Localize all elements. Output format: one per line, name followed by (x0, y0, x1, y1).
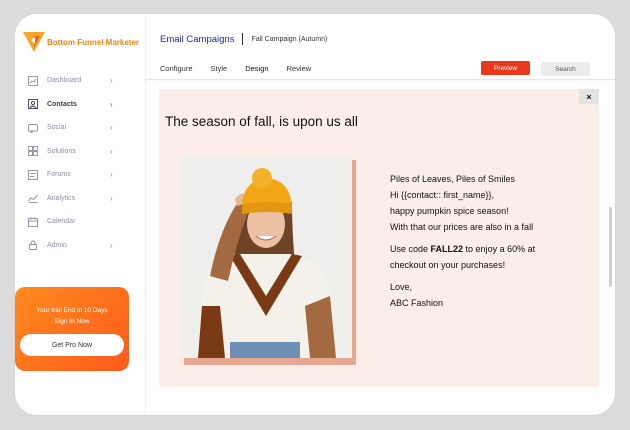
main-panel: Email Campaigns Fall Campaign (Autumn) C… (145, 14, 615, 415)
tab-bar: Configure Style Design Review (160, 64, 329, 73)
social-icon (27, 122, 38, 133)
promo-text: Your trail End in 10 Days Sign In Now (15, 305, 129, 327)
chart-icon (27, 75, 38, 86)
chevron-right-icon: › (110, 99, 113, 109)
lock-icon (27, 240, 38, 251)
sidebar-item-analytics[interactable]: Analytics › (15, 187, 145, 211)
sidebar-item-dashboard[interactable]: Dashboard › (15, 69, 145, 93)
sidebar-item-label: Admin (47, 241, 67, 249)
signoff: Love, (390, 282, 413, 292)
sidebar-item-contacts[interactable]: Contacts › (15, 93, 145, 117)
calendar-icon (27, 216, 38, 227)
brand-name: Bottom Funnel Marketer (47, 37, 140, 47)
sidebar-item-label: Solutions (47, 147, 76, 155)
sidebar-item-label: Dashboard (47, 77, 82, 85)
tab-review[interactable]: Review (287, 64, 312, 73)
breadcrumb-separator (242, 33, 244, 45)
preview-button[interactable]: Preview (481, 61, 530, 75)
trial-promo-card: Your trail End in 10 Days Sign In Now Ge… (15, 287, 129, 371)
sidebar-item-solutions[interactable]: Solutions › (15, 140, 145, 164)
promo-line-2[interactable]: Sign In Now (15, 316, 129, 327)
promo-code-line: Use code FALL22 to enjoy a 60% at (390, 241, 600, 257)
sidebar-nav: Dashboard › Contacts › Social › Solution… (15, 69, 145, 257)
device-frame: Bottom Funnel Marketer Dashboard › Conta… (0, 0, 630, 430)
hero-image[interactable] (180, 156, 352, 358)
copy-text: Use code (390, 244, 431, 254)
chevron-right-icon: › (110, 240, 113, 250)
promo-line-1: Your trail End in 10 Days (36, 307, 108, 314)
sidebar-item-admin[interactable]: Admin › (15, 234, 145, 258)
page-title[interactable]: Email Campaigns (160, 34, 234, 45)
email-body-copy[interactable]: Piles of Leaves, Piles of Smiles Hi {{co… (390, 171, 600, 311)
promo-code: FALL22 (430, 244, 464, 254)
email-design-canvas[interactable]: × The season of fall, is upon us all Pil… (159, 89, 612, 387)
breadcrumb: Email Campaigns Fall Campaign (Autumn) (160, 33, 327, 45)
app-window: Bottom Funnel Marketer Dashboard › Conta… (15, 14, 615, 415)
copy-text: to enjoy a 60% at (463, 244, 536, 254)
sidebar-item-social[interactable]: Social › (15, 116, 145, 140)
chevron-right-icon: › (110, 76, 113, 86)
campaign-name: Fall Campaign (Autumn) (251, 35, 328, 43)
brand-logo-icon (23, 32, 45, 52)
email-headline[interactable]: The season of fall, is upon us all (165, 114, 358, 129)
sidebar-item-label: Social (47, 124, 67, 132)
search-button[interactable]: Search (541, 62, 590, 76)
header-divider (145, 79, 615, 80)
tab-style[interactable]: Style (211, 64, 228, 73)
woman-in-beanie-image (180, 156, 352, 358)
close-button[interactable]: × (579, 89, 599, 104)
chevron-right-icon: › (110, 146, 113, 156)
chevron-right-icon: › (110, 193, 113, 203)
tab-design[interactable]: Design (245, 64, 268, 73)
forums-icon (27, 169, 38, 180)
get-pro-button[interactable]: Get Pro Now (20, 334, 124, 356)
contacts-icon (27, 99, 38, 110)
copy-line: Hi {{contact:: first_name}}, (390, 190, 495, 200)
sidebar-item-label: Calendar (47, 218, 76, 226)
copy-line: With that our prices are also in a fall (390, 222, 534, 232)
sender-name: ABC Fashion (390, 298, 444, 308)
sidebar-item-calendar[interactable]: Calendar (15, 210, 145, 234)
sidebar-item-label: Contacts (47, 100, 77, 108)
sidebar: Bottom Funnel Marketer Dashboard › Conta… (15, 14, 146, 415)
chevron-right-icon: › (110, 123, 113, 133)
solutions-icon (27, 146, 38, 157)
copy-line: happy pumpkin spice season! (390, 206, 509, 216)
brand[interactable]: Bottom Funnel Marketer (23, 31, 147, 53)
chevron-right-icon: › (110, 170, 113, 180)
analytics-icon (27, 193, 38, 204)
copy-line: checkout on your purchases! (390, 260, 506, 270)
copy-line: Piles of Leaves, Piles of Smiles (390, 174, 516, 184)
sidebar-item-forums[interactable]: Forums › (15, 163, 145, 187)
sidebar-item-label: Analytics (47, 194, 76, 202)
tab-configure[interactable]: Configure (160, 64, 193, 73)
sidebar-item-label: Forums (47, 171, 71, 179)
canvas-scrollbar[interactable] (609, 207, 612, 287)
